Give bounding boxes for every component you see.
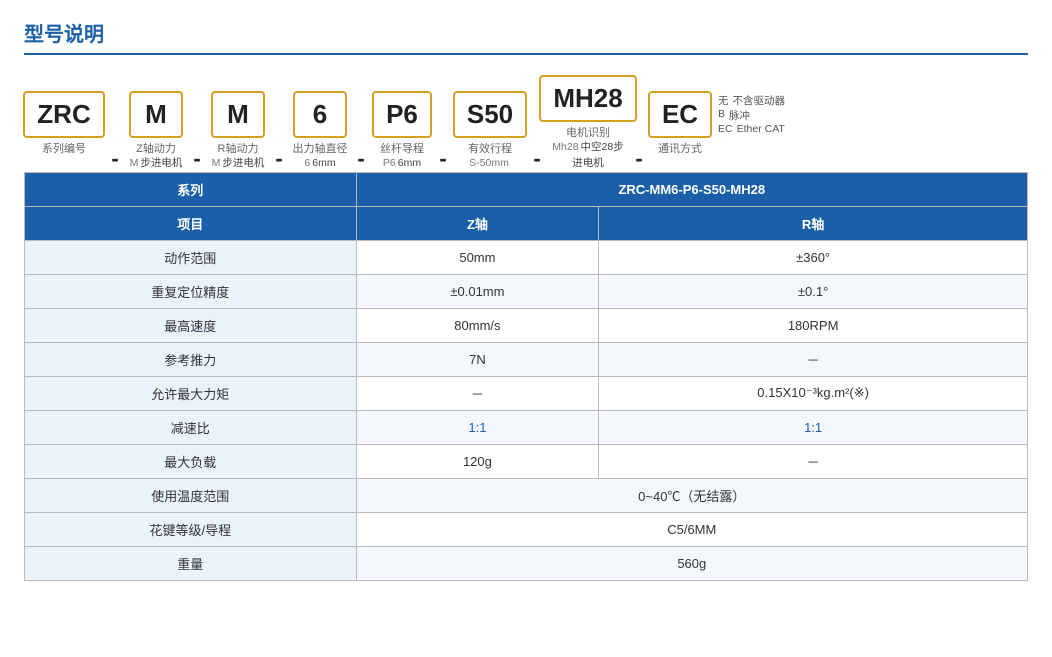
th-z: Z轴	[356, 206, 599, 240]
table-row: 重复定位精度±0.01mm±0.1°	[25, 274, 1028, 308]
spec-table: 系列 ZRC-MM6-P6-S50-MH28 项目 Z轴 R轴 动作范围50mm…	[24, 172, 1028, 581]
sub-6: 66mm	[304, 156, 335, 172]
box-m2: M	[211, 91, 265, 138]
box-zrc: ZRC	[23, 91, 104, 138]
label-mh28: 电机识别	[566, 126, 610, 140]
row-label-8: 花键等级/导程	[25, 512, 357, 546]
box-m1: M	[129, 91, 183, 138]
ec-sub-list: 无 不含驱动器 B 脉冲 EC Ether CAT	[718, 93, 785, 135]
seg-ec-container: EC 通讯方式 无 不含驱动器 B 脉冲 EC Ether CAT	[650, 91, 785, 172]
box-6: 6	[293, 91, 347, 138]
sep7: -	[628, 132, 650, 172]
sub-m1: M步进电机	[130, 156, 183, 172]
label-ec: 通讯方式	[658, 142, 702, 156]
box-mh28: MH28	[539, 75, 636, 122]
row-label-1: 重复定位精度	[25, 274, 357, 308]
sub-s50: S-50mm	[469, 156, 511, 172]
th-item: 项目	[25, 206, 357, 240]
table-row: 参考推力7N－	[25, 342, 1028, 376]
row-label-6: 最大负载	[25, 444, 357, 478]
box-ec: EC	[648, 91, 712, 138]
sub-p6: P66mm	[383, 156, 421, 172]
label-m2: R轴动力	[218, 142, 259, 156]
table-header-row2: 项目 Z轴 R轴	[25, 206, 1028, 240]
table-row: 使用温度范围0~40℃（无结露）	[25, 478, 1028, 512]
box-s50: S50	[453, 91, 527, 138]
row-label-2: 最高速度	[25, 308, 357, 342]
row-label-3: 参考推力	[25, 342, 357, 376]
label-zrc: 系列编号	[42, 142, 86, 156]
th-series-value: ZRC-MM6-P6-S50-MH28	[356, 172, 1027, 206]
row-label-9: 重量	[25, 546, 357, 580]
sep5: -	[432, 132, 454, 172]
table-header-row1: 系列 ZRC-MM6-P6-S50-MH28	[25, 172, 1028, 206]
th-r: R轴	[599, 206, 1028, 240]
table-row: 减速比1:11:1	[25, 410, 1028, 444]
row-z-6: 120g	[356, 444, 599, 478]
sep3: -	[268, 132, 290, 172]
row-z-1: ±0.01mm	[356, 274, 599, 308]
table-row: 重量560g	[25, 546, 1028, 580]
seg-s50: S50 有效行程 S-50mm	[454, 91, 526, 172]
seg-mh28: MH28 电机识别 Mh28中空28步进电机	[548, 75, 628, 172]
table-row: 花键等级/导程C5/6MM	[25, 512, 1028, 546]
label-6: 出力轴直径	[293, 142, 348, 156]
seg-zrc: ZRC 系列编号	[24, 91, 104, 172]
table-row: 最大负载120g－	[25, 444, 1028, 478]
ec-sub-row-2: EC Ether CAT	[718, 123, 785, 135]
page-title: 型号说明	[24, 18, 1028, 55]
table-row: 允许最大力矩－0.15X10⁻³kg.m²(※)	[25, 376, 1028, 410]
ec-sub-row-1: B 脉冲	[718, 108, 750, 123]
row-label-0: 动作范围	[25, 240, 357, 274]
sep2: -	[186, 132, 208, 172]
sub-mh28: Mh28中空28步进电机	[548, 140, 628, 172]
seg-m1: M Z轴动力 M步进电机	[126, 91, 186, 172]
seg-6: 6 出力轴直径 66mm	[290, 91, 350, 172]
seg-m2: M R轴动力 M步进电机	[208, 91, 268, 172]
row-value-merged-9: 560g	[356, 546, 1027, 580]
row-label-7: 使用温度范围	[25, 478, 357, 512]
row-r-2: 180RPM	[599, 308, 1028, 342]
sub-ec	[679, 156, 682, 172]
ec-sub-row-0: 无 不含驱动器	[718, 93, 785, 108]
model-display: ZRC 系列编号 - M Z轴动力 M步进电机 - M R轴动力 M步进电机 -…	[24, 75, 1028, 172]
sep6: -	[526, 132, 548, 172]
sub-zrc	[63, 156, 66, 172]
label-p6: 丝杆导程	[380, 142, 424, 156]
row-label-5: 减速比	[25, 410, 357, 444]
row-value-merged-8: C5/6MM	[356, 512, 1027, 546]
row-z-3: 7N	[356, 342, 599, 376]
row-r-6: －	[599, 444, 1028, 478]
row-r-1: ±0.1°	[599, 274, 1028, 308]
seg-ec: EC 通讯方式	[650, 91, 710, 172]
sub-m2: M步进电机	[212, 156, 265, 172]
th-series-label: 系列	[25, 172, 357, 206]
label-s50: 有效行程	[468, 142, 512, 156]
table-row: 动作范围50mm±360°	[25, 240, 1028, 274]
box-p6: P6	[372, 91, 432, 138]
sep4: -	[350, 132, 372, 172]
row-r-3: －	[599, 342, 1028, 376]
label-m1: Z轴动力	[136, 142, 176, 156]
row-z-0: 50mm	[356, 240, 599, 274]
row-r-0: ±360°	[599, 240, 1028, 274]
row-r-4: 0.15X10⁻³kg.m²(※)	[599, 376, 1028, 410]
table-row: 最高速度80mm/s180RPM	[25, 308, 1028, 342]
row-r-5: 1:1	[599, 410, 1028, 444]
seg-p6: P6 丝杆导程 P66mm	[372, 91, 432, 172]
row-value-merged-7: 0~40℃（无结露）	[356, 478, 1027, 512]
row-z-4: －	[356, 376, 599, 410]
row-label-4: 允许最大力矩	[25, 376, 357, 410]
row-z-2: 80mm/s	[356, 308, 599, 342]
sep1: -	[104, 132, 126, 172]
row-z-5: 1:1	[356, 410, 599, 444]
